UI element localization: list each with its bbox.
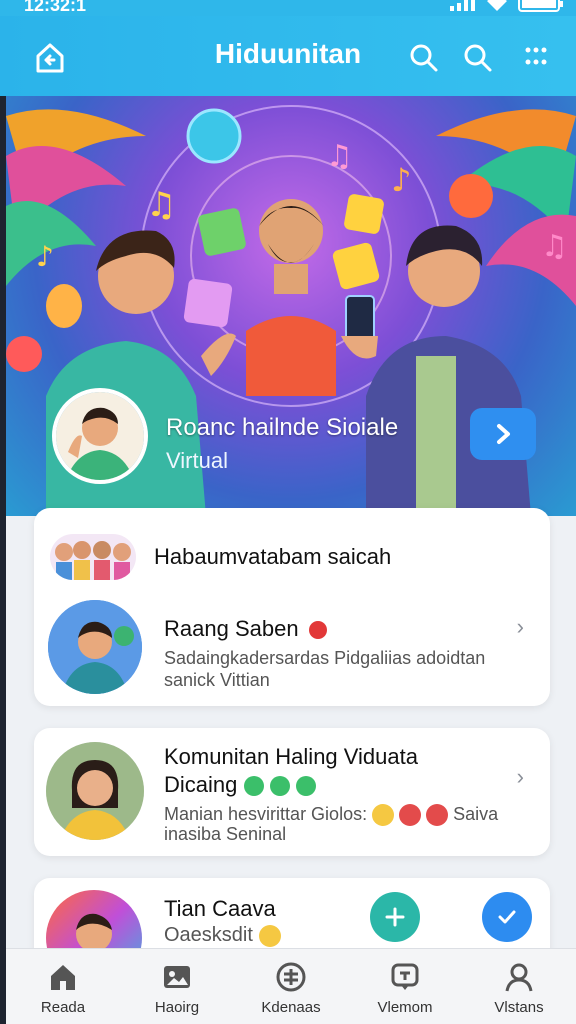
group-avatar xyxy=(50,534,136,580)
badge-green-icon xyxy=(295,776,316,797)
hero-open-button[interactable] xyxy=(470,408,536,460)
tab-label: Haoirg xyxy=(154,999,200,1016)
tab-label: Reada xyxy=(40,999,86,1016)
tab-media[interactable]: Haoirg xyxy=(120,949,234,1024)
hero-title: Roanc hailnde Sioiale xyxy=(166,414,399,441)
hero-subtitle: Virtual xyxy=(166,448,228,473)
bottom-navigation: Reada Haoirg Kdenaas Vlemom Vlstans xyxy=(6,948,576,1024)
woman-avatar-icon xyxy=(46,742,144,840)
badge-green-icon xyxy=(243,776,264,797)
svg-text:♫: ♫ xyxy=(326,139,353,174)
svg-text:♫: ♫ xyxy=(541,229,568,264)
card1-header: Habaumvatabam saicah xyxy=(154,544,392,569)
more-menu-button[interactable] xyxy=(516,38,556,78)
search-icon xyxy=(410,44,438,72)
tab-profile[interactable]: Vlstans xyxy=(462,949,576,1024)
hero-avatar[interactable] xyxy=(52,388,148,484)
status-time: 12:32:1 xyxy=(24,0,87,15)
media-icon xyxy=(164,966,190,988)
status-bar: 12:32:1 xyxy=(0,0,576,16)
community-card-2[interactable]: Komunitan Haling Viduata Dicaing Manian … xyxy=(34,728,550,856)
wifi-icon xyxy=(487,0,507,11)
group-people-icon xyxy=(55,541,131,580)
tab-label: Kdenaas xyxy=(261,999,321,1016)
tab-label: Vlemom xyxy=(377,999,433,1016)
search-icon xyxy=(464,44,492,72)
tab-grid[interactable]: Kdenaas xyxy=(234,949,348,1024)
reaction-icon xyxy=(399,804,422,827)
card3-desc: Oaesksdit xyxy=(164,924,281,947)
more-grid-icon xyxy=(525,47,547,65)
svg-text:♫: ♫ xyxy=(146,185,176,225)
share-fab[interactable] xyxy=(370,892,420,942)
battery-icon xyxy=(518,0,563,12)
live-badge-icon xyxy=(308,621,327,640)
status-icons xyxy=(450,0,564,12)
emoji-icon xyxy=(372,804,395,827)
hero-banner[interactable]: ♫ ♫ ♪ ♪ ♫ Roanc hailnde Sioiale Virtual xyxy=(6,96,576,516)
card2-title1: Komunitan Haling Viduata xyxy=(164,744,418,769)
card2-title2: Dicaing xyxy=(164,772,316,798)
search-button[interactable] xyxy=(404,38,444,78)
search-button-secondary[interactable] xyxy=(458,38,498,78)
chevron-right-icon[interactable]: › xyxy=(517,764,524,790)
card2-desc2: inasiba Seninal xyxy=(164,824,287,844)
chat-icon xyxy=(391,963,419,990)
community-card-1[interactable]: Habaumvatabam saicah Raang Saben Sadaing… xyxy=(34,508,550,706)
card2-avatar xyxy=(46,742,144,840)
card3-title: Tian Caava xyxy=(164,896,276,921)
tab-label: Vlstans xyxy=(494,999,544,1016)
plus-icon xyxy=(385,907,405,927)
card1-item-desc2: sanick Vittian xyxy=(164,670,270,690)
badge-green-icon xyxy=(269,776,290,797)
card2-desc1: Manian hesvirittar Giolos: Saiva xyxy=(164,804,498,827)
svg-text:♪: ♪ xyxy=(391,161,411,199)
tab-chat[interactable]: Vlemom xyxy=(348,949,462,1024)
play-fab[interactable] xyxy=(482,892,532,942)
card1-item-name: Raang Saben xyxy=(164,616,327,642)
tab-home[interactable]: Reada xyxy=(6,949,120,1024)
signal-icon xyxy=(450,0,475,11)
person-avatar-icon xyxy=(48,600,142,694)
card1-item-desc1: Sadaingkadersardas Pidgaliias adoidtan xyxy=(164,648,486,668)
avatar-illustration xyxy=(56,392,144,480)
app-bar: Hiduunitan xyxy=(0,16,576,96)
grid-icon xyxy=(276,962,306,992)
svg-text:♪: ♪ xyxy=(36,240,54,273)
home-icon xyxy=(51,965,75,990)
emoji-icon xyxy=(258,924,281,947)
chevron-right-icon[interactable]: › xyxy=(517,614,524,640)
profile-icon xyxy=(505,963,533,992)
reaction-icon xyxy=(426,804,449,827)
check-arrow-icon xyxy=(498,910,516,924)
chevron-right-icon xyxy=(497,424,510,444)
card1-item-avatar xyxy=(48,600,142,694)
